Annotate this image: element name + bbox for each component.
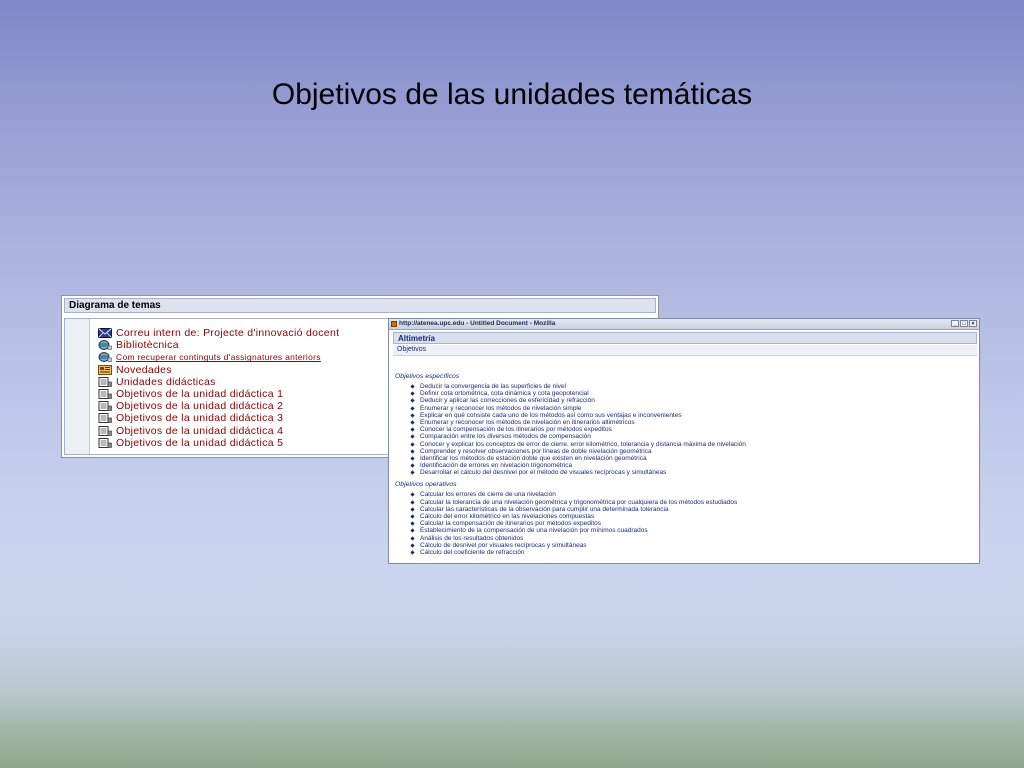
especifico-item: Desarrollar el cálculo del desnivel por … — [411, 469, 979, 476]
operativo-item: Cálculo del coeficiente de refracción — [411, 549, 979, 556]
maximize-button[interactable]: □ — [960, 320, 968, 327]
especifico-item: Conocer y explicar los conceptos de erro… — [411, 441, 979, 448]
mozilla-app-icon — [391, 321, 397, 327]
close-button[interactable]: × — [969, 320, 977, 327]
document-icon — [98, 376, 112, 387]
browser-titlebar: http://atenea.upc.edu - Untitled Documen… — [389, 319, 979, 330]
slide-title: Objetivos de las unidades temáticas — [271, 78, 753, 111]
topic-list-item[interactable]: Objetivos de la unidad didáctica 4 — [98, 425, 339, 437]
especifico-item: Explicar en qué consiste cada uno de los… — [411, 412, 979, 419]
topic-list-item[interactable]: Objetivos de la unidad didáctica 3 — [98, 412, 339, 424]
document-icon — [98, 401, 112, 412]
especifico-item: Conocer la compensación de los itinerari… — [411, 426, 979, 433]
operativo-item: Calcular la tolerancia de una nivelación… — [411, 499, 979, 506]
topic-label: Objetivos de la unidad didáctica 2 — [116, 400, 284, 413]
especifico-item: Enumerar y reconocer los métodos de nive… — [411, 419, 979, 426]
topic-list-item[interactable]: Objetivos de la unidad didáctica 5 — [98, 437, 339, 449]
topic-label: Unidades didácticas — [116, 375, 216, 388]
topic-label: Objetivos de la unidad didáctica 4 — [116, 424, 284, 437]
topic-list-item[interactable]: Bibliotècnica — [98, 339, 339, 351]
especifico-item: Comparación entre los diversos métodos d… — [411, 433, 979, 440]
topic-label: Com recuperar continguts d'assignatures … — [116, 352, 321, 363]
especifico-item: Comprender y resolver observaciones por … — [411, 448, 979, 455]
mail-icon — [98, 328, 112, 339]
browser-window: http://atenea.upc.edu - Untitled Documen… — [388, 318, 980, 564]
especifico-item: Deducir y aplicar las correcciones de es… — [411, 397, 979, 404]
globe-icon — [98, 352, 112, 363]
topic-label: Bibliotècnica — [116, 339, 179, 352]
operativos-list: Calcular los errores de cierre de una ni… — [389, 491, 979, 556]
topic-list-item[interactable]: Unidades didácticas — [98, 376, 339, 388]
topic-list-item[interactable]: Objetivos de la unidad didáctica 2 — [98, 400, 339, 412]
operativo-item: Cálculo del error kilométrico en las niv… — [411, 513, 979, 520]
operativo-item: Calcular la compensación de itinerarios … — [411, 520, 979, 527]
diagram-panel-sidebar — [65, 319, 90, 454]
topic-list-item[interactable]: Correu intern de: Projecte d'innovació d… — [98, 327, 339, 339]
document-icon — [98, 413, 112, 424]
topic-label: Objetivos de la unidad didáctica 3 — [116, 412, 284, 425]
especificos-title: Objetivos específicos — [395, 373, 460, 380]
especifico-item: Enumerar y reconocer los métodos de nive… — [411, 405, 979, 412]
topic-label: Objetivos de la unidad didáctica 1 — [116, 388, 284, 401]
tab-objetivos[interactable]: Objetivos — [393, 345, 977, 356]
operativo-item: Calcular los errores de cierre de una ni… — [411, 491, 979, 498]
section-header: Altimetría — [393, 332, 977, 344]
globe-icon — [98, 340, 112, 351]
topic-label: Novedades — [116, 363, 172, 376]
especifico-item: Deducir la convergencia de las superfici… — [411, 383, 979, 390]
window-title: http://atenea.upc.edu - Untitled Documen… — [399, 320, 556, 327]
topic-list-item[interactable]: Objetivos de la unidad didáctica 1 — [98, 388, 339, 400]
topic-list-item[interactable]: Com recuperar continguts d'assignatures … — [98, 351, 339, 363]
especificos-list: Deducir la convergencia de las superfici… — [389, 383, 979, 476]
operativo-item: Calcular las características de la obser… — [411, 506, 979, 513]
operativos-title: Objetivos operativos — [395, 481, 457, 489]
topic-list: Correu intern de: Projecte d'innovació d… — [98, 327, 339, 449]
minimize-button[interactable]: _ — [951, 320, 959, 327]
news-icon — [98, 364, 112, 375]
topic-label: Objetivos de la unidad didáctica 5 — [116, 436, 284, 449]
topic-list-item[interactable]: Novedades — [98, 364, 339, 376]
especifico-item: Identificación de errores en nivelación … — [411, 462, 979, 469]
diagram-panel-header: Diagrama de temas — [64, 298, 656, 313]
operativo-item: Establecimiento de la compensación de un… — [411, 527, 979, 534]
especifico-item: Identificar los métodos de estación dobl… — [411, 455, 979, 462]
operativo-item: Análisis de los resultados obtenidos — [411, 535, 979, 542]
especifico-item: Definir cota ortométrica, cota dinámica … — [411, 390, 979, 397]
document-icon — [98, 389, 112, 400]
operativo-item: Cálculo de desnivel por visuales recípro… — [411, 542, 979, 549]
topic-label: Correu intern de: Projecte d'innovació d… — [116, 327, 340, 340]
document-icon — [98, 437, 112, 448]
document-icon — [98, 425, 112, 436]
